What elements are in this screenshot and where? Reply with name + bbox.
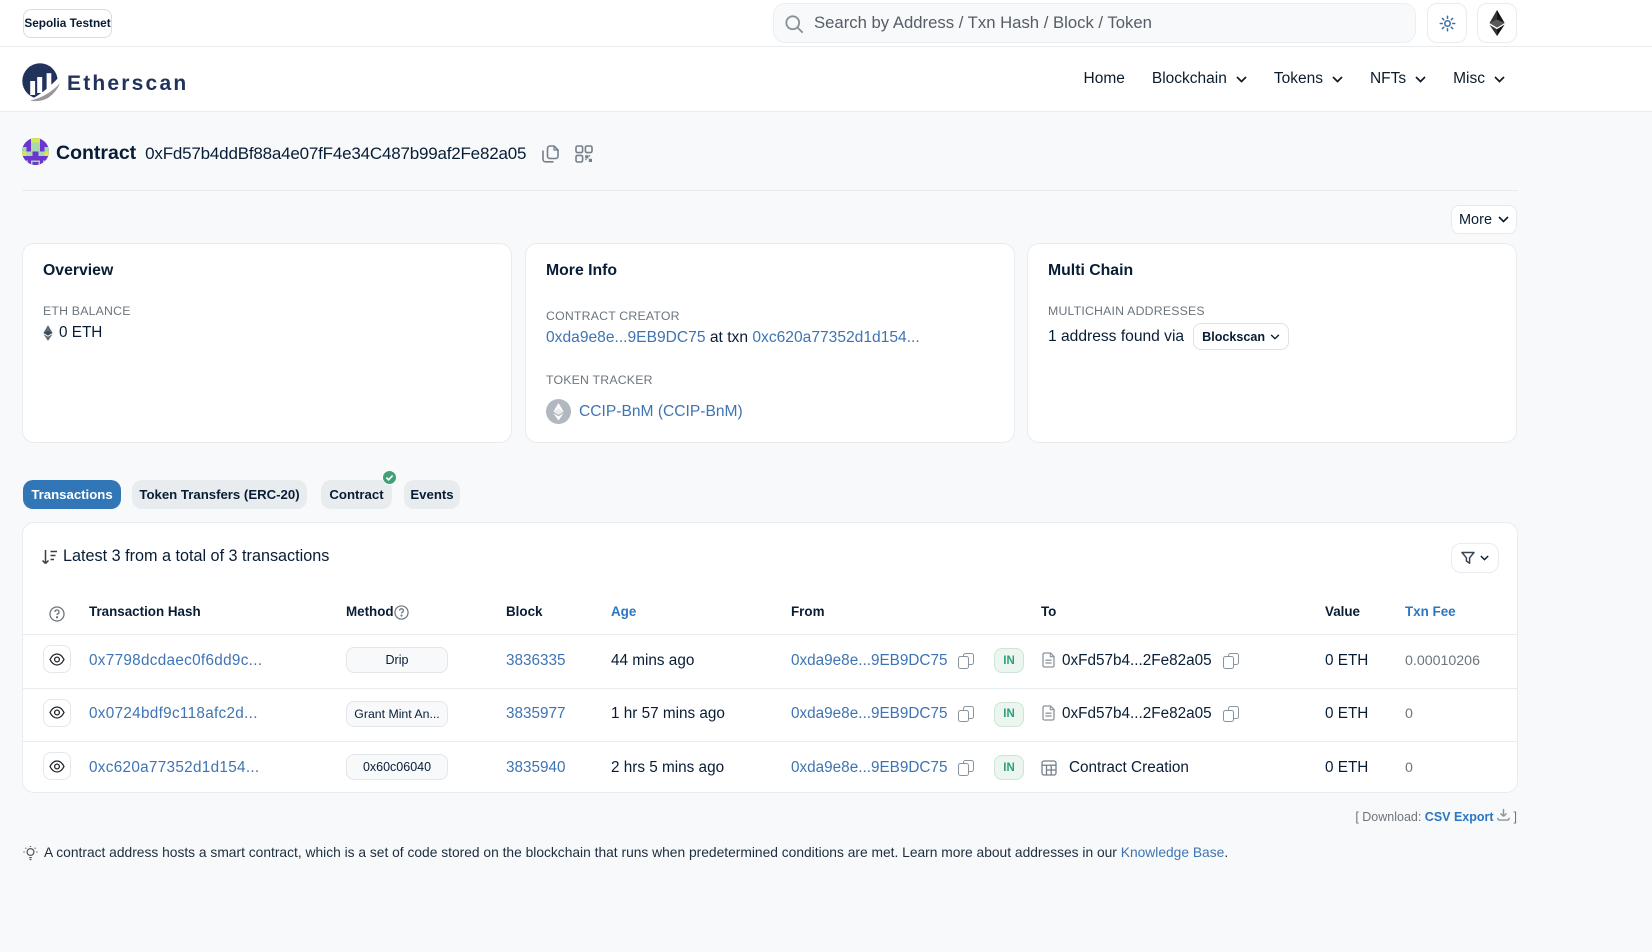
svg-text:Etherscan: Etherscan: [67, 72, 188, 95]
